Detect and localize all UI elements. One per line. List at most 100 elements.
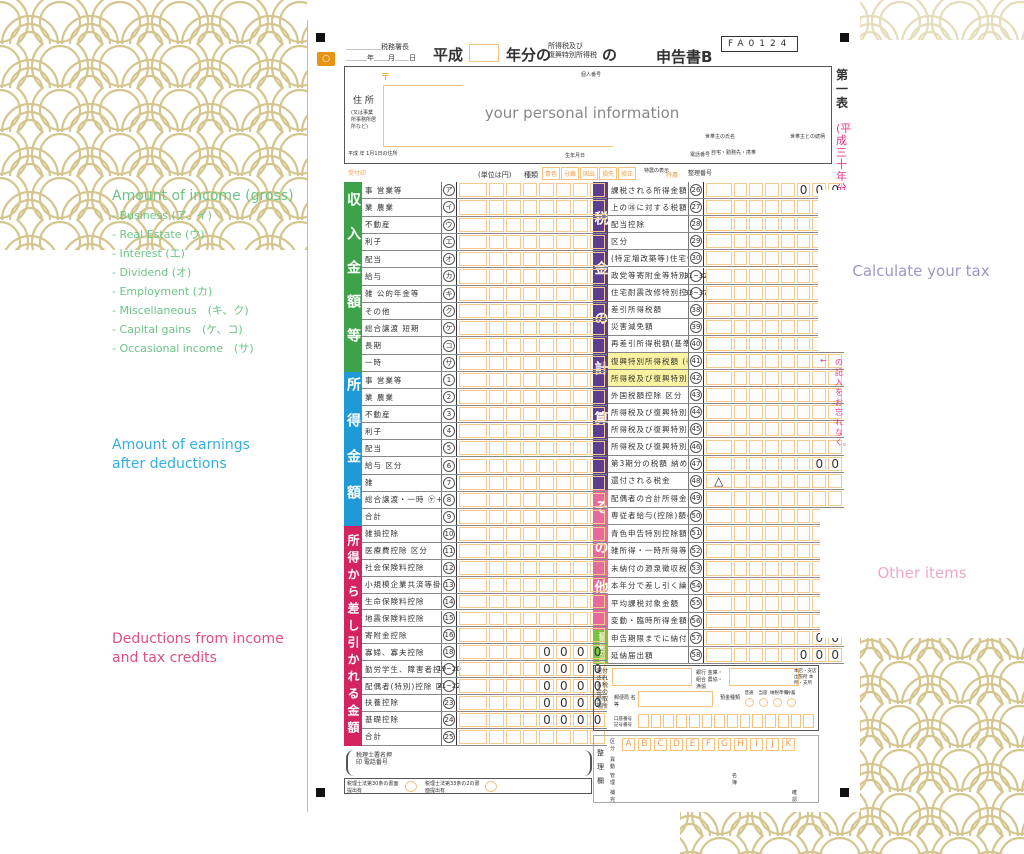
- digit-box[interactable]: [522, 577, 538, 592]
- digit-box[interactable]: [459, 286, 487, 301]
- digit-box[interactable]: [706, 336, 732, 351]
- digit-box[interactable]: [488, 321, 504, 336]
- digit-box[interactable]: [706, 631, 732, 645]
- digit-box[interactable]: [488, 458, 504, 473]
- digit-box[interactable]: [573, 373, 589, 388]
- digit-box[interactable]: [733, 648, 748, 662]
- digit-box[interactable]: [765, 268, 779, 283]
- digit-box[interactable]: [706, 491, 732, 506]
- digit-box[interactable]: [539, 628, 555, 643]
- digit-box[interactable]: 0: [812, 648, 827, 662]
- admin-letter-box[interactable]: H: [734, 738, 747, 751]
- amount-input[interactable]: [457, 627, 607, 643]
- amount-input[interactable]: [457, 268, 607, 284]
- digit-box[interactable]: [556, 509, 572, 524]
- digit-box[interactable]: [459, 234, 487, 250]
- digit-box[interactable]: 0: [828, 648, 843, 662]
- amount-input[interactable]: [457, 526, 607, 542]
- digit-box[interactable]: [749, 302, 764, 317]
- digit-box[interactable]: [488, 355, 504, 370]
- digit-box[interactable]: [573, 355, 589, 370]
- digit-box[interactable]: [749, 319, 764, 334]
- digit-box[interactable]: [590, 424, 606, 439]
- admin-letter-box[interactable]: D: [670, 738, 683, 751]
- amount-input[interactable]: [457, 509, 607, 525]
- digit-box[interactable]: [733, 631, 748, 645]
- amount-input[interactable]: [457, 303, 607, 319]
- amount-input[interactable]: [704, 421, 844, 437]
- digit-box[interactable]: [522, 475, 538, 490]
- digit-box[interactable]: 0: [556, 696, 572, 710]
- digit-box[interactable]: [706, 422, 732, 437]
- digit-box[interactable]: [590, 527, 606, 541]
- digit-box[interactable]: [459, 611, 487, 626]
- digit-box[interactable]: [459, 355, 487, 370]
- digit-box[interactable]: [590, 492, 606, 507]
- digit-box[interactable]: [796, 596, 811, 611]
- digit-box[interactable]: [505, 441, 521, 456]
- digit-box[interactable]: [733, 596, 748, 611]
- digit-box[interactable]: [706, 526, 732, 541]
- tokuno-checkbox[interactable]: 特農: [666, 170, 678, 179]
- digit-box[interactable]: [505, 390, 521, 405]
- digit-box[interactable]: [573, 286, 589, 301]
- admin-letter-box[interactable]: I: [750, 738, 763, 751]
- digit-box[interactable]: [780, 456, 795, 471]
- digit-box[interactable]: [706, 439, 732, 454]
- digit-box[interactable]: [590, 252, 606, 267]
- digit-box[interactable]: [505, 527, 521, 541]
- digit-box[interactable]: [522, 424, 538, 439]
- digit-box[interactable]: [573, 458, 589, 473]
- digit-box[interactable]: [488, 234, 504, 250]
- digit-box[interactable]: [780, 631, 795, 645]
- digit-box[interactable]: [733, 543, 748, 558]
- digit-box[interactable]: [749, 648, 764, 662]
- digit-box[interactable]: [556, 355, 572, 370]
- digit-box[interactable]: [749, 354, 764, 369]
- digit-box[interactable]: [765, 354, 779, 369]
- digit-box[interactable]: [796, 319, 811, 334]
- digit-box[interactable]: [765, 473, 779, 488]
- digit-box[interactable]: [733, 234, 748, 249]
- digit-box[interactable]: [706, 561, 732, 576]
- digit-box[interactable]: [749, 526, 764, 541]
- digit-box[interactable]: [765, 405, 779, 420]
- digit-box[interactable]: [590, 200, 606, 215]
- digit-box[interactable]: [749, 371, 764, 386]
- digit-box[interactable]: [796, 578, 811, 593]
- digit-box[interactable]: 0: [828, 456, 843, 471]
- digit-box[interactable]: [706, 596, 732, 611]
- digit-box[interactable]: [459, 712, 487, 727]
- digit-box[interactable]: [488, 628, 504, 643]
- digit-box[interactable]: [765, 371, 779, 386]
- digit-box[interactable]: [780, 508, 795, 523]
- digit-box[interactable]: [796, 526, 811, 541]
- digit-box[interactable]: [780, 526, 795, 541]
- digit-box[interactable]: [749, 439, 764, 454]
- digit-box[interactable]: [556, 217, 572, 232]
- digit-box[interactable]: [488, 390, 504, 405]
- digit-box[interactable]: [488, 303, 504, 319]
- digit-box[interactable]: [573, 611, 589, 626]
- digit-box[interactable]: [459, 338, 487, 353]
- digit-box[interactable]: [573, 441, 589, 456]
- digit-box[interactable]: [812, 473, 827, 488]
- digit-box[interactable]: [796, 561, 811, 576]
- digit-box[interactable]: [796, 371, 811, 386]
- digit-box[interactable]: [765, 200, 779, 215]
- digit-box[interactable]: [539, 373, 555, 388]
- speech-bubble-icon[interactable]: ○: [317, 52, 335, 66]
- digit-box[interactable]: [590, 390, 606, 405]
- digit-box[interactable]: [590, 407, 606, 422]
- digit-box[interactable]: [522, 200, 538, 215]
- digit-box[interactable]: [733, 561, 748, 576]
- digit-box[interactable]: [733, 405, 748, 420]
- digit-box[interactable]: [780, 183, 795, 198]
- digit-box[interactable]: [459, 269, 487, 284]
- digit-box[interactable]: [459, 458, 487, 473]
- digit-box[interactable]: [765, 319, 779, 334]
- digit-box[interactable]: [573, 390, 589, 405]
- amount-input[interactable]: [457, 406, 607, 422]
- digit-box[interactable]: △: [706, 473, 732, 488]
- digit-box[interactable]: 0: [796, 648, 811, 662]
